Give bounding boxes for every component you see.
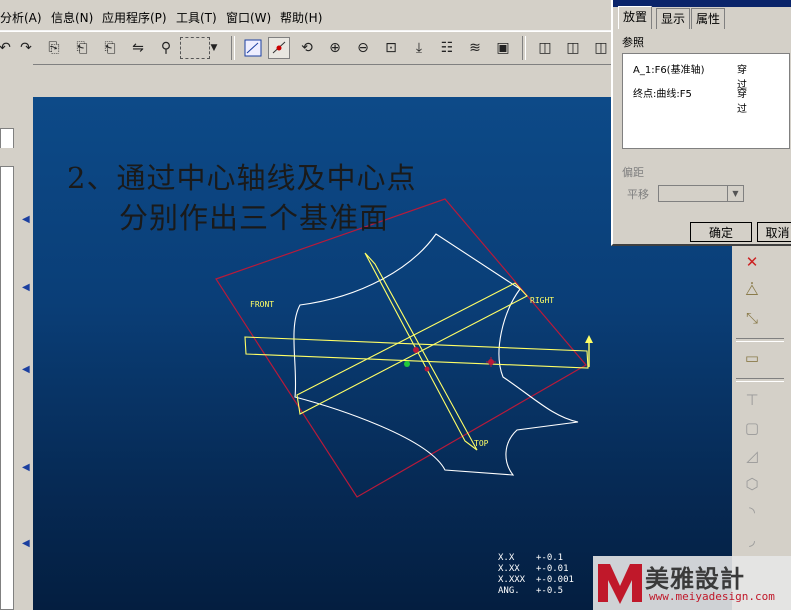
menu-info[interactable]: 信息(N) [51,9,93,26]
reference-type[interactable]: 穿过 [737,85,747,115]
menu-window[interactable]: 窗口(W) [226,9,271,26]
rib-tool-icon[interactable]: ◿ [740,444,764,468]
copy-icon[interactable]: ⎘ [43,37,65,59]
redo-icon[interactable]: ↷ [15,37,37,59]
datum-point-red [424,366,430,372]
chevron-down-icon[interactable]: ▼ [207,37,221,59]
sketch-tool-icon[interactable]: ▭ [740,346,764,370]
curve-tool-icon[interactable]: ⤡ [740,306,764,330]
caption-line-2: 分别作出三个基准面 [119,201,390,235]
tolerance-readout: X.X +-0.1 X.XX +-0.01 X.XXX +-0.001 ANG. +-0… [498,553,574,597]
spin-icon[interactable]: ⟲ [296,37,318,59]
translate-select[interactable]: ▼ [658,185,744,202]
logo-mark-icon [598,564,642,604]
draft-tool-icon[interactable]: ⬡ [740,472,764,496]
watermark-brand: 美雅設計 [645,565,745,593]
scroll-arrow-icon[interactable]: ◀ [22,538,30,549]
readout-label: X.XXX [498,575,526,585]
datum-label-front: FRONT [250,300,274,309]
no-hidden-icon[interactable]: ◫ [590,37,612,59]
chevron-down-icon[interactable]: ▼ [727,186,743,201]
undo-icon[interactable]: ↶ [0,37,16,59]
scroll-arrow-icon[interactable]: ◀ [22,364,30,375]
tab-display[interactable]: 显示 [656,8,691,29]
readout-value: +-0.001 [536,575,574,585]
references-list[interactable]: A_1:F6(基准轴) 穿过 终点:曲线:F5 穿过 [622,53,790,149]
sketch-curve [293,233,579,476]
layers-icon[interactable]: ≋ [464,37,486,59]
sketch-icon[interactable] [242,37,264,59]
datum-label-top: TOP [474,439,489,448]
watermark-logo: 美雅設計 www.meiyadesign.com [593,556,791,610]
ok-button[interactable]: 确定 [690,222,752,242]
references-label: 参照 [622,36,644,49]
readout-value: +-0.01 [536,564,569,574]
paste-icon[interactable]: ⎗ [71,37,93,59]
translate-label: 平移 [627,188,649,201]
datum-point-red [413,347,419,353]
model-tree-header [0,148,14,167]
list-item[interactable]: 终点:曲线:F5 穿过 [633,85,747,115]
datum-point-icon[interactable] [268,37,290,59]
round-tool-icon[interactable]: ◝ [740,500,764,524]
toolbar-separator [231,36,235,60]
toolbar-separator [736,338,784,342]
datum-plane-dialog: 放置 显示 属性 参照 A_1:F6(基准轴) 穿过 终点:曲线:F5 穿过 偏… [611,0,791,246]
wireframe-icon[interactable]: ◫ [534,37,556,59]
offset-label: 偏距 [622,166,644,179]
csys-tool-icon[interactable]: ⧊ [740,278,764,302]
watermark-url: www.meiyadesign.com [649,590,775,603]
reference-name: 终点:曲线:F5 [633,89,692,100]
view-manager-icon[interactable]: ▣ [492,37,514,59]
zoom-in-icon[interactable]: ⊕ [324,37,346,59]
zoom-out-icon[interactable]: ⊖ [352,37,374,59]
datum-label-right: RIGHT [530,296,554,305]
mirror-icon[interactable]: ⇋ [127,37,149,59]
chamfer-tool-icon[interactable]: ◞ [740,528,764,552]
menu-analysis[interactable]: 分析(A) [0,9,42,26]
binoculars-icon[interactable]: ⚲ [155,37,177,59]
datum-plane-right [296,282,528,415]
readout-value: +-0.1 [536,553,564,563]
toolbar-separator [736,378,784,382]
datum-point-tool-icon[interactable]: ✕ [740,250,764,274]
direction-arrow-icon [585,335,593,343]
saved-views-icon[interactable]: ☷ [436,37,458,59]
readout-label: X.X [498,553,515,563]
readout-label: ANG. [498,586,520,596]
menu-applications[interactable]: 应用程序(P) [102,9,167,26]
menu-help[interactable]: 帮助(H) [280,9,322,26]
scroll-arrow-icon[interactable]: ◀ [22,282,30,293]
scroll-arrow-icon[interactable]: ◀ [22,462,30,473]
right-feature-toolbar: ✕ ⧊ ⤡ ▭ ⊤ ▢ ◿ ⬡ ◝ ◞ [732,240,791,610]
toolbar-separator [522,36,526,60]
readout-value: +-0.5 [536,586,564,596]
tab-properties[interactable]: 属性 [691,8,726,29]
refit-icon[interactable]: ⊡ [380,37,402,59]
selection-box-icon[interactable] [180,37,210,59]
shell-tool-icon[interactable]: ▢ [740,416,764,440]
reference-name: A_1:F6(基准轴) [633,65,705,76]
cancel-button[interactable]: 取消 [757,222,791,242]
readout-label: X.XX [498,564,520,574]
model-outline-box [215,198,587,498]
datum-point-green [404,361,410,367]
paste-special-icon[interactable]: ⎗ [99,37,121,59]
menu-tools[interactable]: 工具(T) [176,9,217,26]
tab-placement[interactable]: 放置 [618,6,653,29]
model-tree[interactable] [0,128,14,610]
scroll-arrow-icon[interactable]: ◀ [22,214,30,225]
list-item[interactable]: A_1:F6(基准轴) 穿过 [633,61,747,91]
hidden-line-icon[interactable]: ◫ [562,37,584,59]
reorient-icon[interactable]: ⤓ [408,37,430,59]
caption-line-1: 2、通过中心轴线及中心点 [67,161,417,195]
hole-tool-icon[interactable]: ⊤ [740,388,764,412]
